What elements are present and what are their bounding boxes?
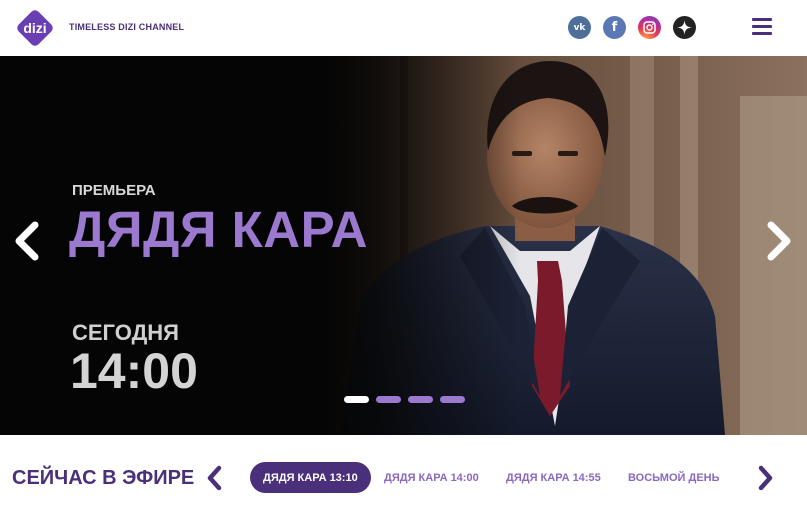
on-air-strip: СЕЙЧАС В ЭФИРЕ ДЯДЯ КАРА 13:10 ДЯДЯ КАРА… xyxy=(0,435,807,517)
slider-dot[interactable] xyxy=(376,396,401,403)
slider-dot[interactable] xyxy=(408,396,433,403)
chevron-left-icon[interactable] xyxy=(205,465,223,491)
dizi-logo[interactable]: dizi xyxy=(12,5,58,51)
slider-dots xyxy=(344,396,472,403)
chevron-left-icon[interactable] xyxy=(11,221,41,261)
on-air-title: СЕЙЧАС В ЭФИРЕ xyxy=(12,467,195,489)
facebook-glyph: f xyxy=(611,20,618,35)
chevron-right-icon[interactable] xyxy=(765,221,795,261)
vk-glyph: vk xyxy=(573,22,586,33)
site-header: dizi TIMELESS DIZI CHANNEL vk f xyxy=(0,0,807,56)
premiere-label: ПРЕМЬЕРА xyxy=(72,182,156,199)
hero-slider[interactable]: ПРЕМЬЕРА ДЯДЯ КАРА СЕГОДНЯ 14:00 xyxy=(0,56,807,435)
air-time: 14:00 xyxy=(70,343,198,399)
slider-dot[interactable] xyxy=(440,396,465,403)
zen-icon[interactable] xyxy=(673,16,696,39)
logo-text: dizi xyxy=(23,20,46,36)
schedule-item[interactable]: ДЯДЯ КАРА 14:00 xyxy=(384,462,479,493)
chevron-right-icon[interactable] xyxy=(757,465,775,491)
vk-icon[interactable]: vk xyxy=(568,16,591,39)
schedule-item[interactable]: ДЯДЯ КАРА 14:55 xyxy=(506,462,601,493)
schedule-item[interactable]: ДЯДЯ КАРА 13:10 xyxy=(250,462,371,493)
show-title[interactable]: ДЯДЯ КАРА xyxy=(69,200,368,259)
slider-dot[interactable] xyxy=(344,396,369,403)
schedule-item[interactable]: ВОСЬМОЙ ДЕНЬ xyxy=(628,462,720,493)
facebook-icon[interactable]: f xyxy=(603,16,626,39)
instagram-icon[interactable] xyxy=(638,16,661,39)
hamburger-icon[interactable] xyxy=(752,18,772,36)
channel-tagline: TIMELESS DIZI CHANNEL xyxy=(69,22,185,32)
